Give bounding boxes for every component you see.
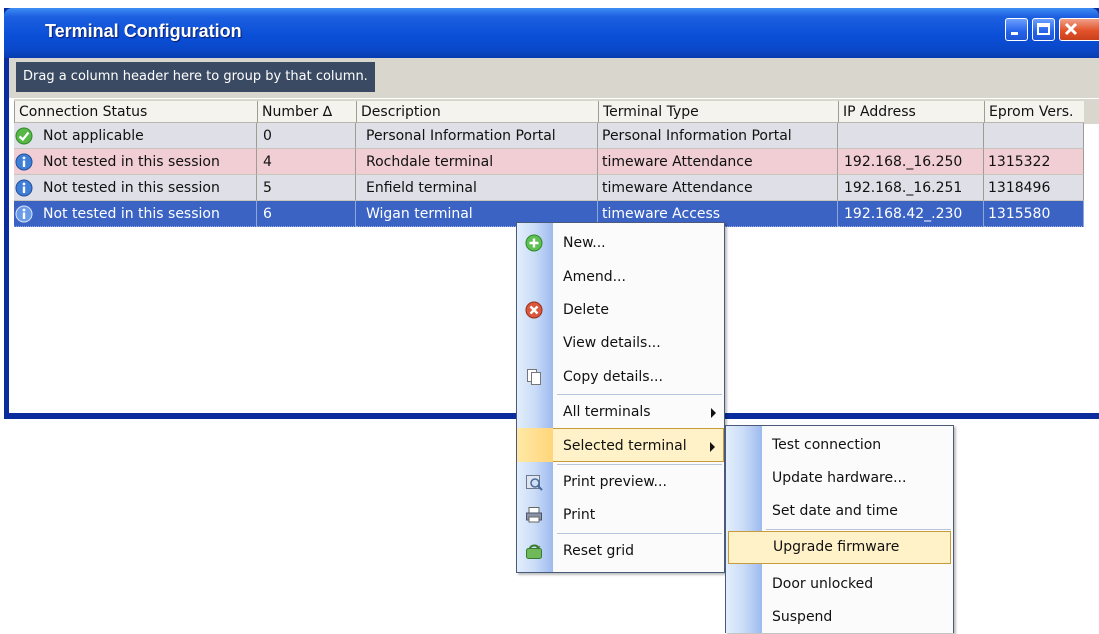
selected-terminal-submenu: Test connection Update hardware... Set d… xyxy=(725,425,954,633)
column-header-number[interactable]: Number ∆ xyxy=(257,101,356,123)
menu-item-label: Suspend xyxy=(772,609,833,625)
submenu-item-door-unlocked[interactable]: Door unlocked xyxy=(726,567,953,601)
cell-eprom-version xyxy=(984,123,1084,149)
window-title: Terminal Configuration xyxy=(45,21,242,41)
minimize-button[interactable] xyxy=(1005,18,1028,41)
maximize-button[interactable] xyxy=(1032,18,1055,41)
submenu-item-test-connection[interactable]: Test connection xyxy=(726,428,953,462)
menu-item-label: Print preview... xyxy=(563,474,667,490)
menu-item-label: Door unlocked xyxy=(772,576,874,592)
menu-item-label: Print xyxy=(563,507,596,523)
cell-terminal-type: timeware Attendance xyxy=(598,149,838,175)
menu-item-label: Delete xyxy=(563,302,609,318)
cell-description: Personal Information Portal xyxy=(356,123,598,149)
cell-number: 0 xyxy=(257,123,356,149)
cell-terminal-type: timeware Attendance xyxy=(598,175,838,201)
menu-item-all-terminals[interactable]: All terminals xyxy=(517,395,724,429)
info-icon xyxy=(15,205,33,223)
cell-eprom-version: 1315580 xyxy=(984,201,1084,227)
status-text: Not tested in this session xyxy=(43,154,220,170)
print-preview-icon xyxy=(526,475,543,491)
column-header-eprom-version[interactable]: Eprom Vers. xyxy=(984,101,1084,123)
reset-grid-icon xyxy=(526,544,542,559)
cell-number: 4 xyxy=(257,149,356,175)
menu-item-label: Selected terminal xyxy=(563,438,687,454)
menu-item-print[interactable]: Print xyxy=(517,498,724,532)
cell-ip-address: 192.168._16.251 xyxy=(838,175,984,201)
submenu-arrow-icon xyxy=(710,442,715,452)
submenu-item-upgrade-firmware[interactable]: Upgrade firmware xyxy=(728,531,951,564)
menu-item-label: Reset grid xyxy=(563,543,634,559)
cell-terminal-type: Personal Information Portal xyxy=(598,123,838,149)
cell-description: Rochdale terminal xyxy=(356,149,598,175)
table-row[interactable]: Not tested in this session 4 Rochdale te… xyxy=(14,149,1084,175)
status-text: Not tested in this session xyxy=(43,180,220,196)
grid-header: Connection Status Number ∆ Description T… xyxy=(14,98,1099,124)
menu-item-label: Upgrade firmware xyxy=(773,539,900,555)
column-header-connection-status[interactable]: Connection Status xyxy=(14,101,257,123)
menu-item-view-details[interactable]: View details... xyxy=(517,326,724,360)
info-icon xyxy=(15,153,33,171)
menu-item-label: Test connection xyxy=(772,437,882,453)
menu-item-delete[interactable]: Delete xyxy=(517,293,724,327)
title-bar[interactable]: Terminal Configuration xyxy=(4,8,1099,58)
table-row[interactable]: Not tested in this session 5 Enfield ter… xyxy=(14,175,1084,201)
cell-ip-address: 192.168._16.250 xyxy=(838,149,984,175)
close-icon xyxy=(1064,22,1078,36)
cell-connection-status: Not applicable xyxy=(14,123,257,149)
delete-icon xyxy=(525,301,543,319)
status-text: Not tested in this session xyxy=(43,206,220,222)
cell-description: Enfield terminal xyxy=(356,175,598,201)
cell-connection-status: Not tested in this session xyxy=(14,201,257,227)
menu-item-label: New... xyxy=(563,235,606,251)
menu-item-amend[interactable]: Amend... xyxy=(517,260,724,294)
column-header-description[interactable]: Description xyxy=(356,101,598,123)
minimize-icon xyxy=(1011,32,1018,35)
cell-number: 5 xyxy=(257,175,356,201)
maximize-icon xyxy=(1037,23,1050,35)
submenu-item-suspend[interactable]: Suspend xyxy=(726,600,953,634)
cell-connection-status: Not tested in this session xyxy=(14,149,257,175)
column-header-ip-address[interactable]: IP Address xyxy=(838,101,984,123)
add-icon xyxy=(525,234,543,252)
cell-eprom-version: 1315322 xyxy=(984,149,1084,175)
check-icon xyxy=(15,127,33,145)
menu-item-label: Amend... xyxy=(563,269,626,285)
menu-item-label: Copy details... xyxy=(563,369,663,385)
context-menu: New... Amend... Delete View details... C… xyxy=(516,222,725,573)
menu-item-selected-terminal[interactable]: Selected terminal xyxy=(517,428,724,462)
status-text: Not applicable xyxy=(43,128,144,144)
cell-ip-address: 192.168.42_.230 xyxy=(838,201,984,227)
cell-number: 6 xyxy=(257,201,356,227)
cell-eprom-version: 1318496 xyxy=(984,175,1084,201)
column-header-terminal-type[interactable]: Terminal Type xyxy=(598,101,838,123)
menu-separator xyxy=(766,529,951,530)
menu-item-label: Set date and time xyxy=(772,503,898,519)
copy-icon xyxy=(527,369,541,385)
close-button[interactable] xyxy=(1059,18,1099,41)
cell-ip-address xyxy=(838,123,984,149)
menu-item-label: Update hardware... xyxy=(772,470,907,486)
submenu-arrow-icon xyxy=(711,408,716,418)
info-icon xyxy=(15,179,33,197)
menu-item-copy-details[interactable]: Copy details... xyxy=(517,360,724,394)
menu-item-new[interactable]: New... xyxy=(517,226,724,260)
printer-icon xyxy=(526,507,542,523)
menu-item-reset-grid[interactable]: Reset grid xyxy=(517,534,724,568)
submenu-item-set-date-and-time[interactable]: Set date and time xyxy=(726,494,953,528)
group-by-hint: Drag a column header here to group by th… xyxy=(16,62,375,92)
cell-connection-status: Not tested in this session xyxy=(14,175,257,201)
menu-highlight-gutter xyxy=(517,428,553,462)
group-by-band[interactable]: Drag a column header here to group by th… xyxy=(9,58,1099,98)
menu-item-label: All terminals xyxy=(563,404,651,420)
menu-item-label: View details... xyxy=(563,335,661,351)
submenu-item-update-hardware[interactable]: Update hardware... xyxy=(726,461,953,495)
table-row[interactable]: Not applicable 0 Personal Information Po… xyxy=(14,123,1084,149)
menu-item-print-preview[interactable]: Print preview... xyxy=(517,465,724,499)
